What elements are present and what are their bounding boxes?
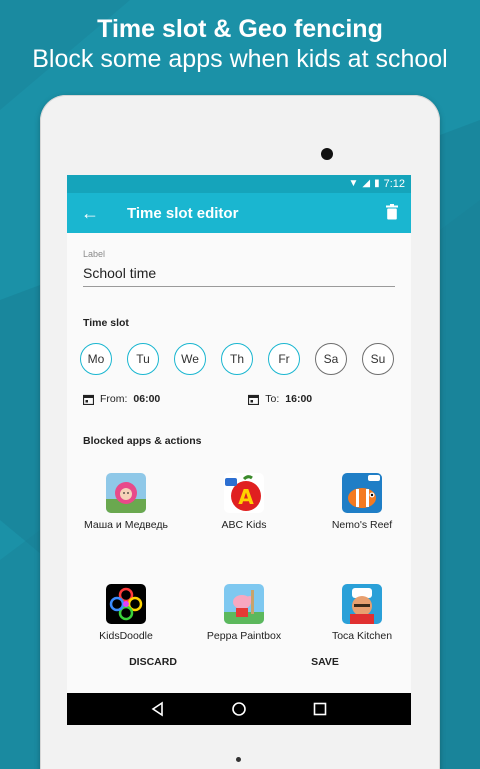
to-label: To: xyxy=(265,393,280,405)
battery-icon: ▮ xyxy=(374,178,380,189)
action-buttons: DISCARD SAVE xyxy=(67,656,411,668)
app-item[interactable]: Toca Kitchen xyxy=(303,584,411,642)
peppa-icon xyxy=(224,584,264,624)
abc-kids-icon: A xyxy=(224,473,264,513)
promo-subtitle: Block some apps when kids at school xyxy=(32,45,448,73)
nav-recents-icon[interactable] xyxy=(312,701,328,717)
label-input[interactable]: School time xyxy=(83,261,395,287)
time-slot-title: Time slot xyxy=(83,317,129,329)
app-item[interactable]: Маша и Медведь xyxy=(67,473,185,531)
app-name: Маша и Медведь xyxy=(84,519,168,531)
calendar-icon xyxy=(83,394,94,405)
app-item[interactable]: KidsDoodle xyxy=(67,584,185,642)
calendar-icon xyxy=(248,394,260,405)
blocked-apps-grid: Маша и Медведь A ABC Kids Nemo's Reef Ki… xyxy=(67,473,395,642)
blocked-apps-title: Blocked apps & actions xyxy=(83,435,202,447)
to-value: 16:00 xyxy=(285,393,313,405)
sensor-dot xyxy=(236,757,241,762)
wifi-icon: ▼ xyxy=(348,178,359,189)
from-time-picker[interactable]: From: 06:00 xyxy=(83,393,160,405)
app-name: Peppa Paintbox xyxy=(206,630,282,642)
toca-kitchen-icon xyxy=(342,584,382,624)
app-item[interactable]: A ABC Kids xyxy=(185,473,303,531)
from-label: From: xyxy=(100,393,128,405)
from-value: 06:00 xyxy=(133,393,161,405)
save-button[interactable]: SAVE xyxy=(239,656,411,668)
day-toggle-tu[interactable]: Tu xyxy=(127,343,159,375)
app-item[interactable]: Nemo's Reef xyxy=(303,473,411,531)
svg-text:A: A xyxy=(238,485,254,509)
promo-header: Time slot & Geo fencing Block some apps … xyxy=(0,14,480,74)
app-item[interactable]: Peppa Paintbox xyxy=(185,584,303,642)
system-nav-bar xyxy=(67,693,411,725)
masha-icon xyxy=(106,473,146,513)
day-toggle-fr[interactable]: Fr xyxy=(268,343,300,375)
nav-back-icon[interactable] xyxy=(150,701,166,717)
day-selector: Mo Tu We Th Fr Sa Su xyxy=(80,343,395,375)
status-time: 7:12 xyxy=(383,178,405,190)
app-name: Nemo's Reef xyxy=(331,519,393,531)
label-caption: Label xyxy=(83,249,106,259)
device-screen: ▼ ◢ ▮ 7:12 ← Time slot editor Label Scho… xyxy=(67,175,411,725)
time-range: From: 06:00 To: 16:00 xyxy=(83,393,395,405)
editor-content: Label School time Time slot Mo Tu We Th … xyxy=(67,249,411,642)
day-toggle-th[interactable]: Th xyxy=(221,343,253,375)
delete-trash-icon[interactable] xyxy=(385,204,399,220)
day-toggle-su[interactable]: Su xyxy=(362,343,394,375)
day-toggle-mo[interactable]: Mo xyxy=(80,343,112,375)
app-name: KidsDoodle xyxy=(99,630,153,642)
discard-button[interactable]: DISCARD xyxy=(67,656,239,668)
app-name: ABC Kids xyxy=(221,519,267,531)
app-name: Toca Kitchen xyxy=(331,630,393,642)
signal-icon: ◢ xyxy=(362,178,371,189)
app-bar: ← Time slot editor xyxy=(67,193,411,233)
nemo-icon xyxy=(342,473,382,513)
nav-home-icon[interactable] xyxy=(231,701,247,717)
promo-title: Time slot & Geo fencing xyxy=(97,15,383,43)
kidsdoodle-icon xyxy=(106,584,146,624)
day-toggle-sa[interactable]: Sa xyxy=(315,343,347,375)
app-bar-title: Time slot editor xyxy=(127,204,239,222)
back-arrow-icon[interactable]: ← xyxy=(67,203,113,224)
camera-dot xyxy=(321,148,333,160)
day-toggle-we[interactable]: We xyxy=(174,343,206,375)
to-time-picker[interactable]: To: 16:00 xyxy=(248,393,312,405)
tablet-frame: ▼ ◢ ▮ 7:12 ← Time slot editor Label Scho… xyxy=(40,95,440,769)
status-bar: ▼ ◢ ▮ 7:12 xyxy=(67,175,411,193)
